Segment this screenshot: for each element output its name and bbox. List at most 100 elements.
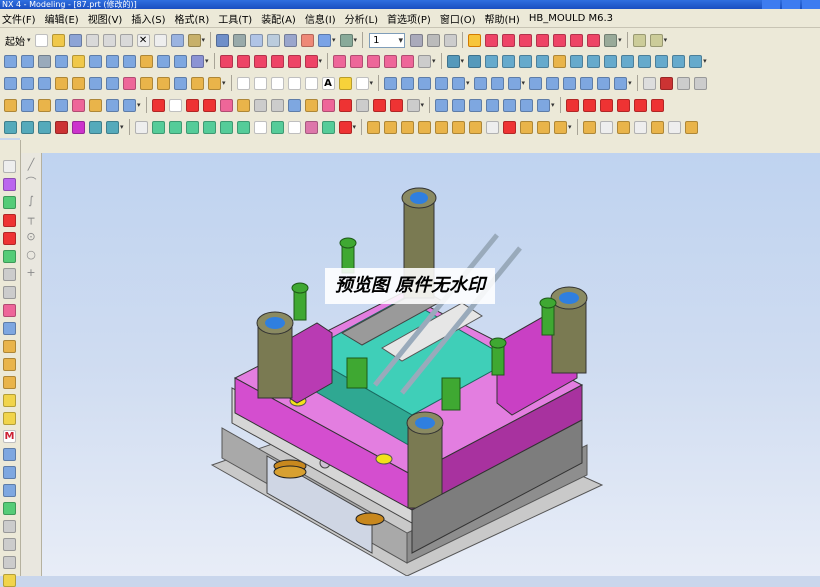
web-browser-icon[interactable] (3, 232, 16, 245)
reuse-library-icon[interactable] (3, 214, 16, 227)
assembly-navigator-icon[interactable] (3, 160, 16, 173)
top-view-icon[interactable] (21, 120, 34, 134)
iso-view-icon[interactable] (134, 120, 148, 134)
pocket-tool-icon[interactable] (185, 98, 199, 112)
offset-icon[interactable] (253, 54, 267, 68)
undo-icon[interactable] (153, 33, 167, 47)
curve-analysis-icon[interactable] (614, 76, 628, 90)
copy-icon[interactable] (102, 33, 116, 47)
shading-icon[interactable] (339, 33, 353, 47)
workpiece-icon[interactable] (452, 120, 466, 134)
left-view-icon[interactable] (72, 120, 85, 134)
plate-icon[interactable] (3, 376, 16, 389)
n-sided-icon[interactable] (519, 54, 533, 68)
sketch-circle-icon[interactable]: ⊙ (25, 231, 37, 243)
sketch-line-icon[interactable]: ╱ (25, 159, 37, 171)
stop-icon[interactable] (659, 76, 673, 90)
spline-icon[interactable] (287, 54, 301, 68)
bridge-icon[interactable] (304, 54, 318, 68)
hole-icon[interactable] (106, 54, 119, 68)
edge-icon[interactable] (38, 76, 51, 90)
snap-center-icon[interactable] (519, 33, 533, 47)
properties-icon[interactable] (187, 33, 201, 47)
translucency-icon[interactable] (287, 120, 301, 134)
report-icon[interactable] (650, 120, 664, 134)
shaded-icon[interactable] (202, 120, 216, 134)
chevron-down-icon[interactable]: ▾ (27, 36, 31, 44)
render-style-icon[interactable] (301, 33, 315, 47)
intersect-icon[interactable] (367, 54, 381, 68)
chamfer-icon[interactable] (655, 54, 669, 68)
subtract-icon[interactable] (350, 54, 364, 68)
trim-icon[interactable] (219, 54, 233, 68)
materials-icon[interactable] (3, 304, 16, 317)
runner-icon[interactable] (123, 98, 136, 112)
shutoff-icon[interactable] (435, 120, 449, 134)
sketch-ellipse-icon[interactable]: ○ (25, 249, 37, 261)
paste-icon[interactable] (119, 33, 133, 47)
save-icon[interactable] (68, 33, 82, 47)
locating-ring-icon[interactable] (304, 98, 318, 112)
replace-component-icon[interactable] (537, 98, 551, 112)
snap-mid-icon[interactable] (502, 33, 516, 47)
body-icon[interactable] (21, 76, 34, 90)
clock-icon[interactable] (3, 538, 16, 551)
mould-base-icon[interactable] (21, 98, 34, 112)
rotate-icon[interactable] (267, 33, 281, 47)
back-view-icon[interactable] (106, 120, 119, 134)
layer-move-icon[interactable] (444, 33, 458, 47)
pocket-icon[interactable] (157, 54, 170, 68)
lifter-icon[interactable] (89, 98, 102, 112)
check-icon[interactable] (599, 120, 613, 134)
menu-analysis[interactable]: 分析(L) (343, 11, 385, 26)
mould-wizard-icon[interactable] (4, 98, 17, 112)
scale-icon[interactable] (672, 54, 686, 68)
shell-icon[interactable] (604, 54, 618, 68)
media-icon[interactable] (3, 556, 16, 569)
gate-icon[interactable] (106, 98, 119, 112)
hidden-line-icon[interactable] (185, 120, 199, 134)
surface-icon[interactable] (446, 54, 460, 68)
offset-curve-icon[interactable] (452, 76, 466, 90)
zoom-window-icon[interactable] (233, 33, 247, 47)
mate-icon[interactable] (469, 98, 483, 112)
preferences-icon[interactable] (693, 76, 707, 90)
polyline-icon[interactable] (304, 76, 318, 90)
text-icon[interactable]: A (321, 76, 335, 90)
ejector-icon[interactable] (55, 98, 68, 112)
point-set-icon[interactable] (355, 76, 369, 90)
core-icon[interactable] (384, 120, 398, 134)
invert-icon[interactable] (616, 98, 630, 112)
trim-mould-icon[interactable] (554, 120, 568, 134)
constraint-navigator-icon[interactable] (3, 322, 16, 335)
component-icon[interactable] (452, 98, 466, 112)
wave-link-icon[interactable] (503, 98, 517, 112)
delete-icon[interactable]: ✕ (136, 33, 150, 47)
join-icon[interactable] (490, 76, 504, 90)
block-icon[interactable] (4, 54, 17, 68)
show-icon[interactable] (582, 98, 596, 112)
boss-icon[interactable] (123, 54, 136, 68)
wrap-icon[interactable] (689, 54, 703, 68)
menu-assembly[interactable]: 装配(A) (259, 11, 303, 26)
background-icon[interactable] (338, 120, 352, 134)
list-icon[interactable] (3, 448, 16, 461)
snap-face-icon[interactable] (587, 33, 601, 47)
assembly-icon[interactable] (435, 98, 449, 112)
extension-icon[interactable] (536, 54, 550, 68)
menu-format[interactable]: 格式(R) (173, 11, 217, 26)
point-icon[interactable] (338, 76, 352, 90)
maximize-button[interactable] (782, 0, 800, 9)
new-file-icon[interactable] (34, 33, 48, 47)
blank-icon[interactable] (633, 98, 647, 112)
replace-face-icon[interactable] (157, 76, 170, 90)
table-icon[interactable] (3, 466, 16, 479)
zoom-icon[interactable] (250, 33, 264, 47)
sketch-arc-icon[interactable]: ⌒ (25, 177, 37, 189)
pad-icon[interactable] (140, 54, 153, 68)
through-curves-icon[interactable] (468, 54, 482, 68)
gate-tool-icon[interactable] (3, 394, 16, 407)
snap-end-icon[interactable] (485, 33, 499, 47)
menu-edit[interactable]: 编辑(E) (43, 11, 86, 26)
blend-icon[interactable] (638, 54, 652, 68)
